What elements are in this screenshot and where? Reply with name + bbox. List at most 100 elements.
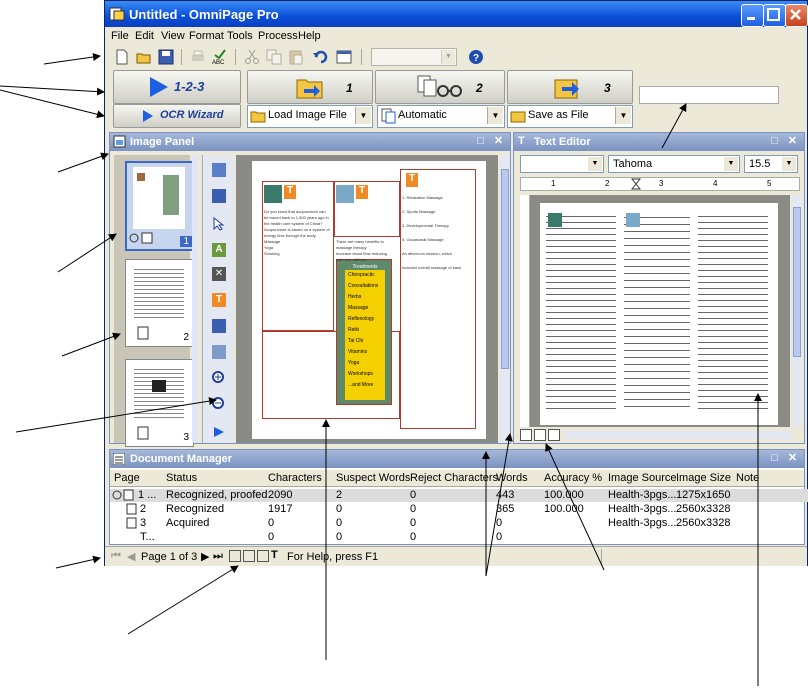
editor-vscrollbar[interactable] bbox=[792, 195, 802, 427]
editor-column-1 bbox=[546, 211, 616, 411]
save-as-combo[interactable]: Save as File ▼ bbox=[507, 105, 633, 128]
table-row[interactable]: 3 Acquired 0 0 0 0 Health-3pgs... 2560x3… bbox=[110, 517, 808, 530]
panel-close-icon[interactable]: ✕ bbox=[492, 135, 505, 148]
true-page-view-icon[interactable] bbox=[520, 429, 532, 441]
menu-help[interactable]: Help bbox=[298, 30, 321, 42]
load-image-combo[interactable]: Load Image File ▼ bbox=[247, 105, 373, 128]
paste-icon[interactable] bbox=[287, 48, 305, 66]
flow-view-icon[interactable] bbox=[534, 429, 546, 441]
last-page-icon[interactable]: ⏭ bbox=[213, 550, 223, 563]
minimize-icon bbox=[747, 17, 755, 20]
zoom-combo[interactable]: ▼ bbox=[371, 48, 457, 66]
save-icon[interactable] bbox=[157, 48, 175, 66]
column-header[interactable]: Note bbox=[736, 472, 759, 484]
minimize-button[interactable] bbox=[741, 4, 764, 27]
table-row[interactable]: 2 Recognized 1917 0 0 365 100.000 Health… bbox=[110, 503, 808, 516]
print-icon[interactable] bbox=[189, 48, 207, 66]
cut-icon[interactable] bbox=[243, 48, 261, 66]
page-properties-icon[interactable] bbox=[212, 345, 226, 359]
editor-page[interactable] bbox=[540, 203, 778, 425]
column-header[interactable]: Reject Characters bbox=[410, 472, 498, 484]
callout-arrow bbox=[0, 89, 105, 119]
editor-canvas[interactable] bbox=[520, 195, 790, 427]
image-panel-titlebar[interactable]: Image Panel □ ✕ bbox=[110, 133, 510, 151]
thumbnail-page-1[interactable]: 1 bbox=[125, 161, 196, 251]
close-button[interactable] bbox=[785, 4, 808, 27]
open-icon[interactable] bbox=[135, 48, 153, 66]
column-header[interactable]: Page bbox=[114, 472, 140, 484]
auto-123-button[interactable]: 1-2-3 bbox=[113, 70, 241, 104]
panel-maximize-icon[interactable]: □ bbox=[474, 135, 487, 148]
load-step-button[interactable]: 1 bbox=[247, 70, 373, 104]
panel-close-icon[interactable]: ✕ bbox=[786, 452, 799, 465]
view-toggle-icon[interactable] bbox=[212, 189, 226, 203]
menu-process[interactable]: Process bbox=[258, 30, 298, 42]
properties-icon[interactable] bbox=[335, 48, 353, 66]
title-bar[interactable]: Untitled - OmniPage Pro bbox=[105, 1, 808, 27]
help-icon[interactable]: ? bbox=[467, 48, 485, 66]
thumbnail-view-icon[interactable] bbox=[229, 550, 241, 562]
panel-close-icon[interactable]: ✕ bbox=[786, 135, 799, 148]
recognition-mode-value: Automatic bbox=[398, 109, 447, 121]
table-row[interactable]: 1 ... Recognized, proofed 2090 2 0 443 1… bbox=[110, 489, 808, 502]
column-header[interactable]: Image Size bbox=[676, 472, 731, 484]
ocr-wizard-button[interactable]: OCR Wizard bbox=[113, 104, 241, 128]
standard-toolbar: ABC ▼ ? bbox=[105, 46, 807, 68]
scrollbar-thumb[interactable] bbox=[793, 207, 801, 357]
menu-file[interactable]: File bbox=[111, 30, 129, 42]
draw-text-zone-icon[interactable]: A bbox=[212, 243, 226, 257]
thumb-page-image bbox=[133, 167, 185, 229]
horizontal-ruler[interactable]: 1 2 3 4 5 bbox=[520, 177, 800, 191]
text-view-icon[interactable]: T bbox=[271, 549, 278, 561]
flag-view-icon[interactable] bbox=[243, 550, 255, 562]
menu-format[interactable]: Format bbox=[189, 30, 224, 42]
menu-edit[interactable]: Edit bbox=[135, 30, 154, 42]
new-icon[interactable] bbox=[113, 48, 131, 66]
next-page-icon[interactable]: ▶ bbox=[201, 550, 209, 563]
column-header[interactable]: Image Source bbox=[608, 472, 676, 484]
text-editor-titlebar[interactable]: T Text Editor □ ✕ bbox=[514, 133, 804, 151]
style-combo[interactable]: ▼ bbox=[520, 155, 604, 173]
copy-icon[interactable] bbox=[265, 48, 283, 66]
page-image-area[interactable]: T T T Treatments Chiropractic Consultatio… bbox=[236, 155, 498, 443]
menu-view[interactable]: View bbox=[161, 30, 185, 42]
panel-maximize-icon[interactable]: □ bbox=[768, 452, 781, 465]
thumbnail-page-2[interactable]: 2 bbox=[125, 259, 194, 347]
column-header[interactable]: Accuracy % bbox=[544, 472, 602, 484]
recognition-mode-combo[interactable]: Automatic ▼ bbox=[377, 105, 505, 128]
undo-icon[interactable] bbox=[311, 48, 329, 66]
image-scrollbar[interactable] bbox=[500, 155, 510, 443]
prev-page-icon[interactable]: ◀ bbox=[127, 550, 135, 563]
column-header[interactable]: Words bbox=[496, 472, 528, 484]
thumbnail-page-3[interactable]: 3 bbox=[125, 359, 194, 447]
template-icon[interactable] bbox=[212, 319, 226, 333]
table-marker-icon: T bbox=[356, 185, 368, 199]
font-size-combo[interactable]: 15.5 ▼ bbox=[744, 155, 798, 173]
plain-text-view-icon[interactable] bbox=[548, 429, 560, 441]
column-header[interactable]: Characters bbox=[268, 472, 322, 484]
details-view-icon[interactable] bbox=[257, 550, 269, 562]
menu-tools[interactable]: Tools bbox=[227, 30, 253, 42]
table-zone-icon[interactable]: T bbox=[212, 293, 226, 307]
spellcheck-icon[interactable]: ABC bbox=[211, 48, 229, 66]
column-header[interactable]: Status bbox=[166, 472, 197, 484]
panel-maximize-icon[interactable]: □ bbox=[768, 135, 781, 148]
editor-hscrollbar[interactable] bbox=[564, 431, 792, 439]
indent-marker-icon[interactable] bbox=[631, 178, 641, 190]
first-page-icon[interactable]: ⏮ bbox=[111, 550, 121, 563]
recognize-step-button[interactable]: 2 bbox=[375, 70, 505, 104]
remove-zone-icon[interactable]: ✕ bbox=[212, 267, 226, 281]
pointer-icon[interactable] bbox=[212, 217, 226, 231]
view-single-icon[interactable] bbox=[212, 163, 226, 177]
font-combo[interactable]: Tahoma ▼ bbox=[608, 155, 740, 173]
zoom-out-icon[interactable] bbox=[212, 397, 226, 411]
zoom-in-icon[interactable] bbox=[212, 371, 226, 385]
save-step-button[interactable]: 3 bbox=[507, 70, 633, 104]
column-header[interactable]: Suspect Words bbox=[336, 472, 410, 484]
scrollbar-thumb[interactable] bbox=[501, 169, 509, 369]
play-icon[interactable] bbox=[212, 425, 226, 439]
maximize-button[interactable] bbox=[763, 4, 786, 27]
document-manager-titlebar[interactable]: Document Manager □ ✕ bbox=[110, 450, 804, 468]
table-row[interactable]: T... 0 0 0 0 bbox=[110, 531, 808, 544]
thumbnail-scrollbar[interactable] bbox=[192, 155, 198, 443]
